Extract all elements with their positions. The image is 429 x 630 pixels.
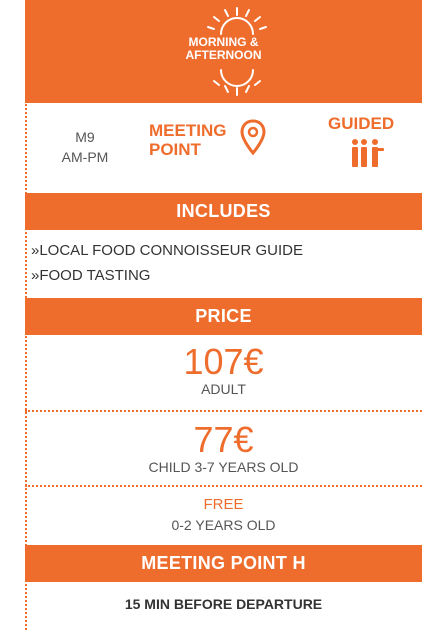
infant-price-value: FREE bbox=[203, 496, 244, 513]
child-price-amount: 77€ bbox=[25, 422, 422, 458]
people-icon bbox=[352, 139, 384, 167]
adult-price: 107€ ADULT bbox=[25, 344, 422, 398]
time-info: M9 AM-PM bbox=[50, 127, 120, 167]
price-header: PRICE bbox=[25, 298, 422, 335]
infant-price: FREE 0-2 YEARS OLD bbox=[25, 496, 422, 534]
child-price-value: 77 bbox=[193, 419, 234, 460]
divider bbox=[25, 485, 422, 487]
currency-symbol: € bbox=[233, 419, 254, 460]
schedule-header: MORNING & AFTERNOON bbox=[25, 0, 422, 103]
child-price-label: CHILD 3-7 YEARS OLD bbox=[148, 459, 299, 475]
meeting-point-header: MEETING POINT H bbox=[25, 545, 422, 582]
child-price: 77€ CHILD 3-7 YEARS OLD bbox=[25, 422, 422, 476]
list-item: »FOOD TASTING bbox=[31, 267, 151, 284]
guided-label: GUIDED bbox=[328, 114, 395, 133]
adult-price-label: ADULT bbox=[201, 381, 246, 397]
time-period: AM-PM bbox=[61, 149, 109, 165]
list-item: »LOCAL FOOD CONNOISSEUR GUIDE bbox=[31, 242, 303, 259]
infant-price-label: 0-2 YEARS OLD bbox=[171, 517, 276, 533]
departure-note: 15 MIN BEFORE DEPARTURE bbox=[124, 596, 323, 612]
schedule-label: MORNING & AFTERNOON bbox=[25, 36, 422, 62]
schedule-line-2: AFTERNOON bbox=[185, 48, 262, 62]
tour-info-row: M9 AM-PM MEETING POINT GUIDED bbox=[25, 103, 422, 193]
meeting-point-label: MEETING POINT bbox=[149, 121, 226, 159]
includes-list: »LOCAL FOOD CONNOISSEUR GUIDE »FOOD TAST… bbox=[31, 238, 303, 288]
tour-info-card: MORNING & AFTERNOON M9 AM-PM MEETING POI… bbox=[25, 0, 422, 630]
adult-price-value: 107 bbox=[183, 341, 244, 382]
adult-price-amount: 107€ bbox=[25, 344, 422, 380]
divider bbox=[25, 410, 422, 412]
meeting-label-line-1: MEETING bbox=[149, 121, 227, 140]
map-pin-icon bbox=[240, 119, 266, 156]
time-code: M9 bbox=[75, 129, 95, 145]
meeting-label-line-2: POINT bbox=[149, 140, 201, 159]
currency-symbol: € bbox=[243, 341, 264, 382]
includes-header: INCLUDES bbox=[25, 193, 422, 230]
